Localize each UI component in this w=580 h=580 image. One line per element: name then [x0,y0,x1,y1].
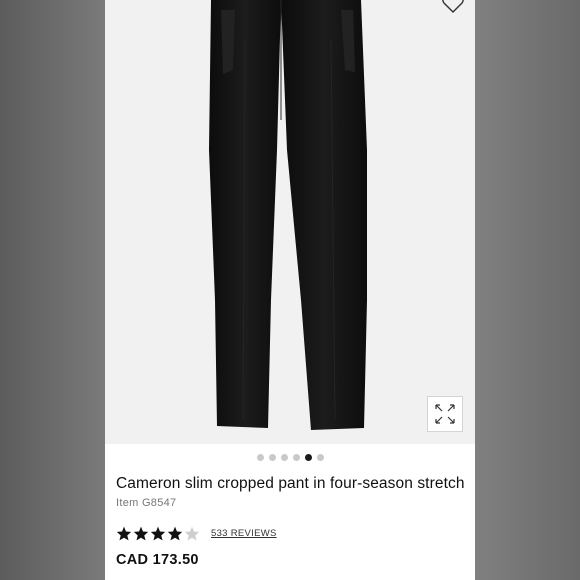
gallery-dot[interactable] [256,454,264,461]
product-image [209,0,367,430]
gallery-dot[interactable] [280,454,288,461]
product-card: Cameron slim cropped pant in four-season… [105,0,475,580]
product-price: CAD 173.50 [116,552,199,568]
item-number: Item G8547 [116,497,177,509]
star-filled-icon [133,526,149,541]
reviews-link[interactable]: 533 REVIEWS [211,528,277,539]
expand-image-button[interactable] [427,396,463,432]
star-filled-icon [167,526,183,541]
star-empty-icon [184,526,200,541]
rating-stars [116,526,200,541]
star-filled-icon [150,526,166,541]
product-title[interactable]: Cameron slim cropped pant in four-season… [116,475,471,493]
gallery-dot[interactable] [304,454,312,461]
product-rating[interactable]: 533 REVIEWS [116,526,277,541]
backdrop-right [475,0,580,580]
star-filled-icon [116,526,132,541]
product-image-gallery[interactable] [105,0,475,444]
heart-outline-icon[interactable] [441,0,465,14]
gallery-dot[interactable] [292,454,300,461]
backdrop-left [0,0,105,580]
gallery-pagination [105,452,475,464]
gallery-dot[interactable] [268,454,276,461]
gallery-dot[interactable] [316,454,324,461]
expand-arrows-icon [435,404,455,424]
